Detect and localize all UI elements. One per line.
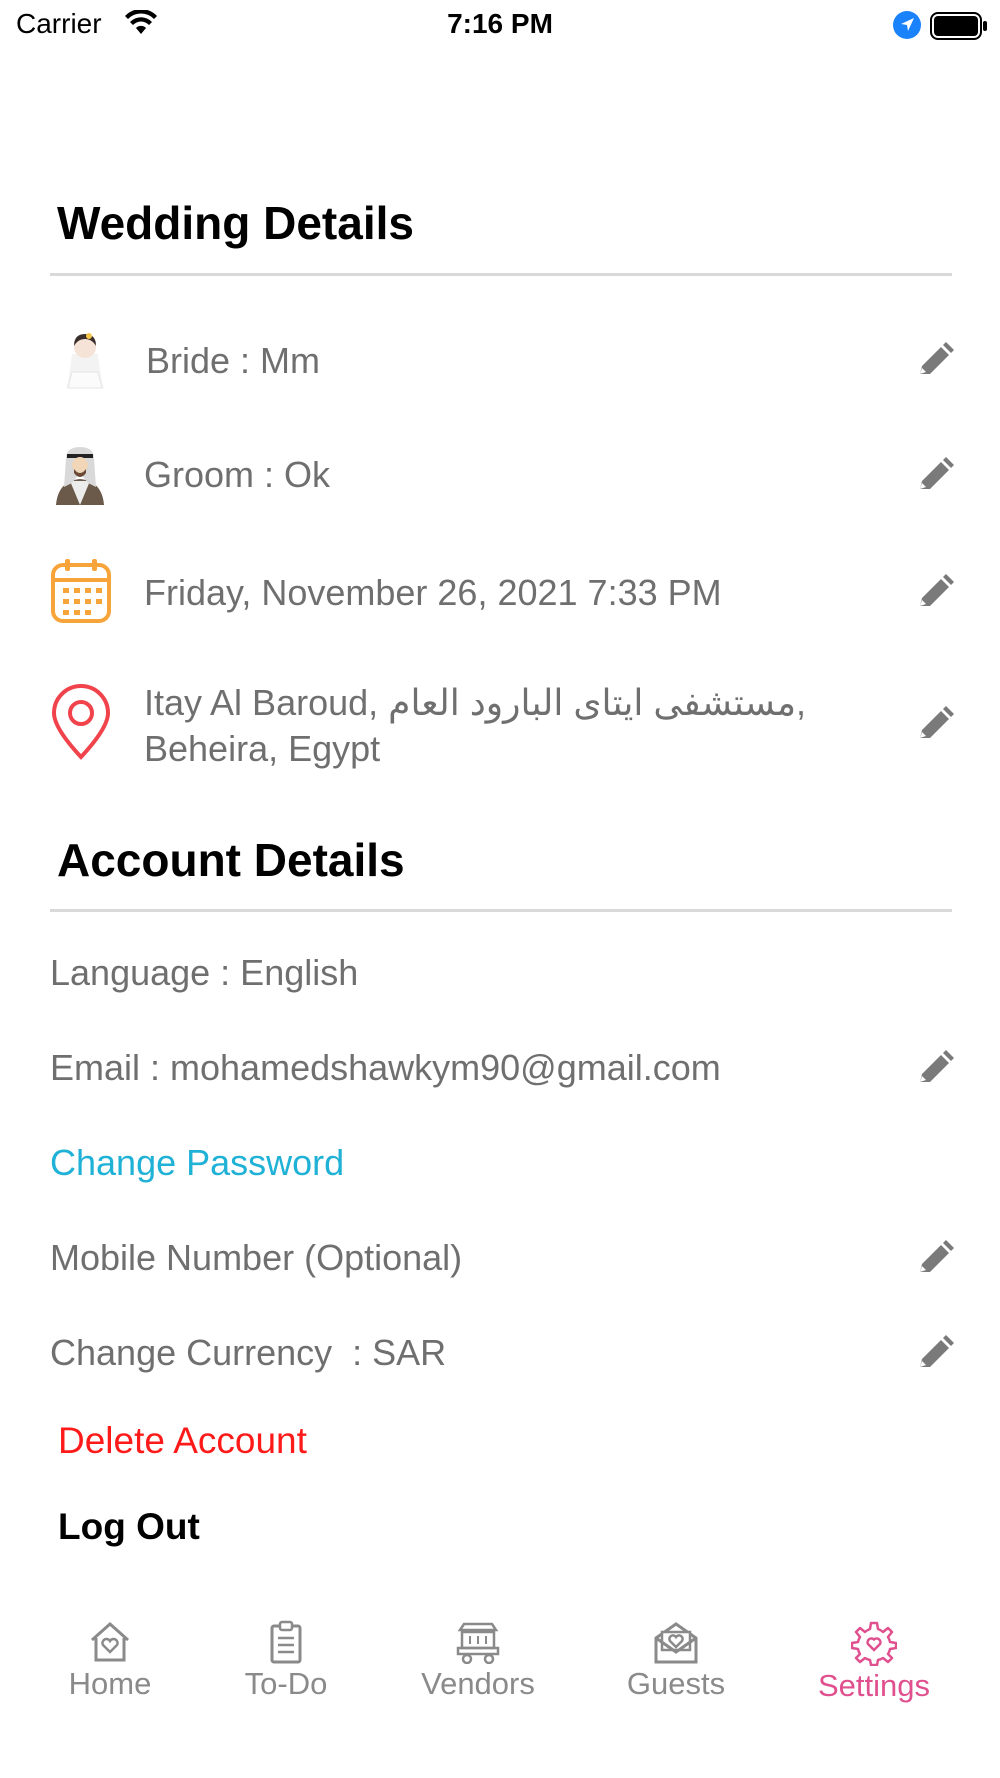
location-pin-icon — [51, 684, 111, 760]
language-row[interactable]: Language : English — [50, 950, 952, 1000]
mobile-row: Mobile Number (Optional) — [50, 1235, 954, 1285]
edit-mobile-button[interactable] — [912, 1238, 956, 1282]
wedding-details-title: Wedding Details — [57, 197, 414, 249]
mobile-number-text: Mobile Number (Optional) — [50, 1237, 463, 1278]
home-heart-icon — [91, 1621, 129, 1662]
tab-guests-label: Guests — [626, 1666, 726, 1701]
tab-guests[interactable]: Guests — [596, 1620, 756, 1730]
edit-date-button[interactable] — [912, 572, 956, 616]
edit-currency-button[interactable] — [912, 1333, 956, 1377]
bride-text: Bride : Mm — [146, 340, 321, 381]
edit-location-button[interactable] — [912, 704, 956, 748]
location-row: Itay Al Baroud, مستشفى ايتاى البارود الع… — [50, 680, 954, 780]
clipboard-icon — [270, 1620, 302, 1664]
gear-icon — [851, 1621, 897, 1666]
date-row: Friday, November 26, 2021 7:33 PM — [50, 558, 954, 628]
location-services-icon — [893, 11, 921, 39]
language-text: Language : English — [50, 952, 359, 993]
divider — [50, 273, 952, 276]
edit-bride-button[interactable] — [912, 340, 956, 384]
bride-avatar-icon — [66, 333, 104, 389]
edit-groom-button[interactable] — [912, 455, 956, 499]
account-details-title: Account Details — [57, 834, 405, 886]
tab-bar: Home To-Do Vendors Guests Settings — [0, 1620, 1000, 1740]
vendor-cart-icon — [456, 1622, 500, 1664]
email-text: Email : mohamedshawkym90@gmail.com — [50, 1047, 721, 1088]
tab-todo[interactable]: To-Do — [206, 1620, 366, 1730]
change-password-row: Change Password — [50, 1140, 952, 1190]
groom-text: Groom : Ok — [144, 454, 331, 495]
groom-avatar-icon — [56, 447, 104, 505]
clock: 7:16 PM — [447, 8, 553, 39]
change-password-link[interactable]: Change Password — [50, 1140, 344, 1186]
divider — [50, 909, 952, 912]
tab-vendors-label: Vendors — [421, 1666, 535, 1701]
envelope-heart-icon — [654, 1622, 698, 1664]
tab-todo-label: To-Do — [244, 1666, 328, 1701]
edit-email-button[interactable] — [912, 1048, 956, 1092]
email-row: Email : mohamedshawkym90@gmail.com — [50, 1045, 954, 1095]
location-line2-text: Beheira, Egypt — [144, 728, 381, 769]
tab-vendors[interactable]: Vendors — [398, 1620, 558, 1730]
tab-settings-label: Settings — [817, 1668, 930, 1703]
currency-row: Change Currency : SAR — [50, 1330, 954, 1380]
bride-row: Bride : Mm — [50, 330, 954, 394]
tab-settings[interactable]: Settings — [794, 1620, 954, 1730]
groom-row: Groom : Ok — [50, 443, 954, 507]
location-line1-text: Itay Al Baroud, مستشفى ايتاى البارود الع… — [144, 682, 807, 723]
delete-account-button[interactable]: Delete Account — [58, 1420, 307, 1462]
log-out-button[interactable]: Log Out — [58, 1506, 200, 1548]
currency-text: Change Currency : SAR — [50, 1332, 447, 1373]
tab-home-label: Home — [68, 1666, 152, 1701]
status-bar: Carrier 7:16 PM — [0, 0, 1000, 52]
calendar-icon — [51, 559, 111, 623]
battery-icon — [930, 12, 987, 40]
wedding-date-text: Friday, November 26, 2021 7:33 PM — [144, 572, 722, 613]
tab-home[interactable]: Home — [30, 1620, 190, 1730]
